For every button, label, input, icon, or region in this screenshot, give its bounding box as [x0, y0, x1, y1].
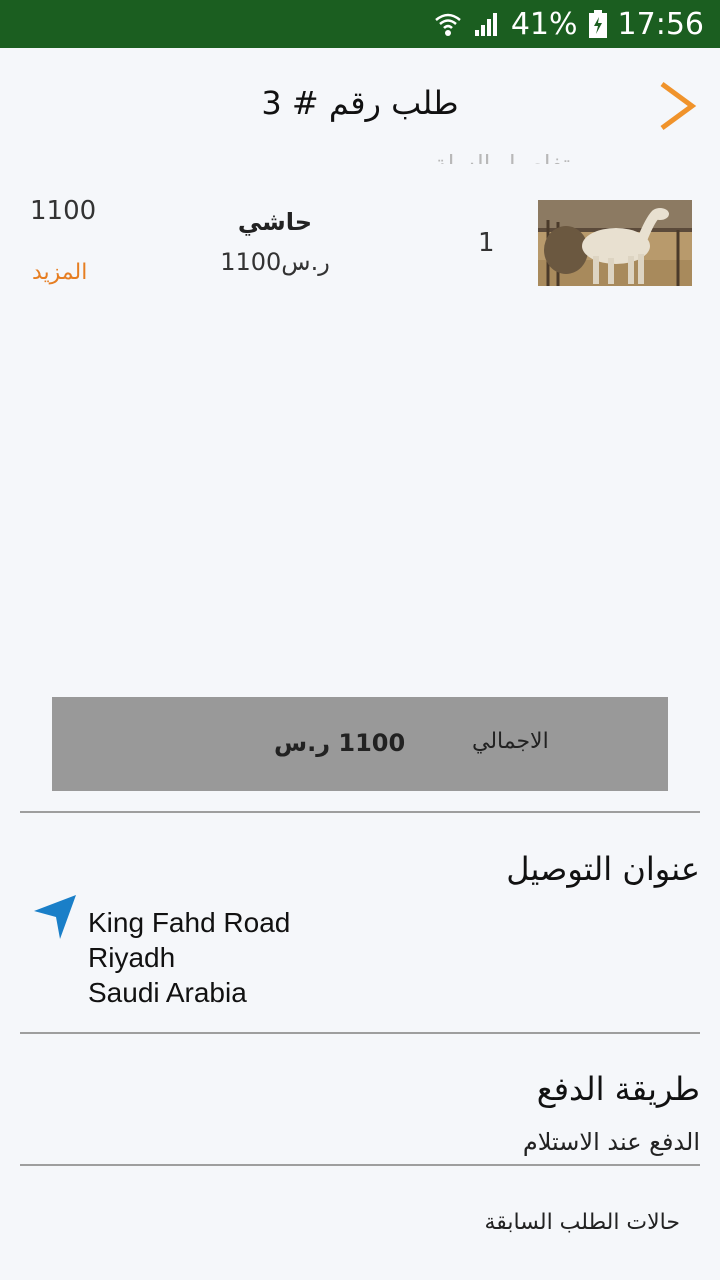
- battery-percent: 41%: [510, 6, 578, 42]
- signal-icon: [473, 10, 501, 38]
- divider: [20, 811, 700, 813]
- product-unit-price: 1100ر.س: [220, 248, 330, 276]
- more-link[interactable]: المزيد: [32, 260, 87, 285]
- total-label: الاجمالي: [472, 729, 549, 754]
- total-value: 1100 ر.س: [274, 729, 406, 757]
- product-name: حاشي: [237, 208, 313, 236]
- product-line-total: 1100: [30, 196, 97, 226]
- delivery-address-title: عنوان التوصيل: [506, 850, 700, 888]
- chevron-right-icon: [660, 81, 697, 131]
- order-total-box: الاجمالي 1100 ر.س: [52, 697, 668, 791]
- page-title: طلب رقم # 3: [261, 84, 459, 122]
- cart-section-label: تفاصيل السلة: [434, 150, 570, 164]
- divider: [20, 1032, 700, 1034]
- payment-method-title: طريقة الدفع: [536, 1070, 700, 1108]
- delivery-address: King Fahd Road Riyadh Saudi Arabia: [88, 905, 290, 1010]
- address-line: Saudi Arabia: [88, 977, 247, 1008]
- navigation-arrow-icon: [32, 893, 78, 941]
- wifi-icon: [433, 9, 463, 39]
- address-line: King Fahd Road: [88, 907, 291, 938]
- status-bar: 41% 17:56: [0, 0, 720, 48]
- list-item[interactable]: 1 حاشي 1100ر.س 1100 المزيد: [0, 190, 720, 300]
- previous-order-statuses-link[interactable]: حالات الطلب السابقة: [485, 1210, 681, 1235]
- product-quantity: 1: [478, 228, 495, 258]
- address-line: Riyadh: [88, 942, 176, 973]
- app-bar: طلب رقم # 3: [0, 48, 720, 160]
- divider: [20, 1164, 700, 1166]
- battery-charging-icon: [588, 9, 608, 39]
- back-button[interactable]: [654, 78, 702, 134]
- payment-method-value: الدفع عند الاستلام: [522, 1128, 700, 1156]
- clock: 17:56: [617, 6, 704, 42]
- product-image: [538, 200, 692, 286]
